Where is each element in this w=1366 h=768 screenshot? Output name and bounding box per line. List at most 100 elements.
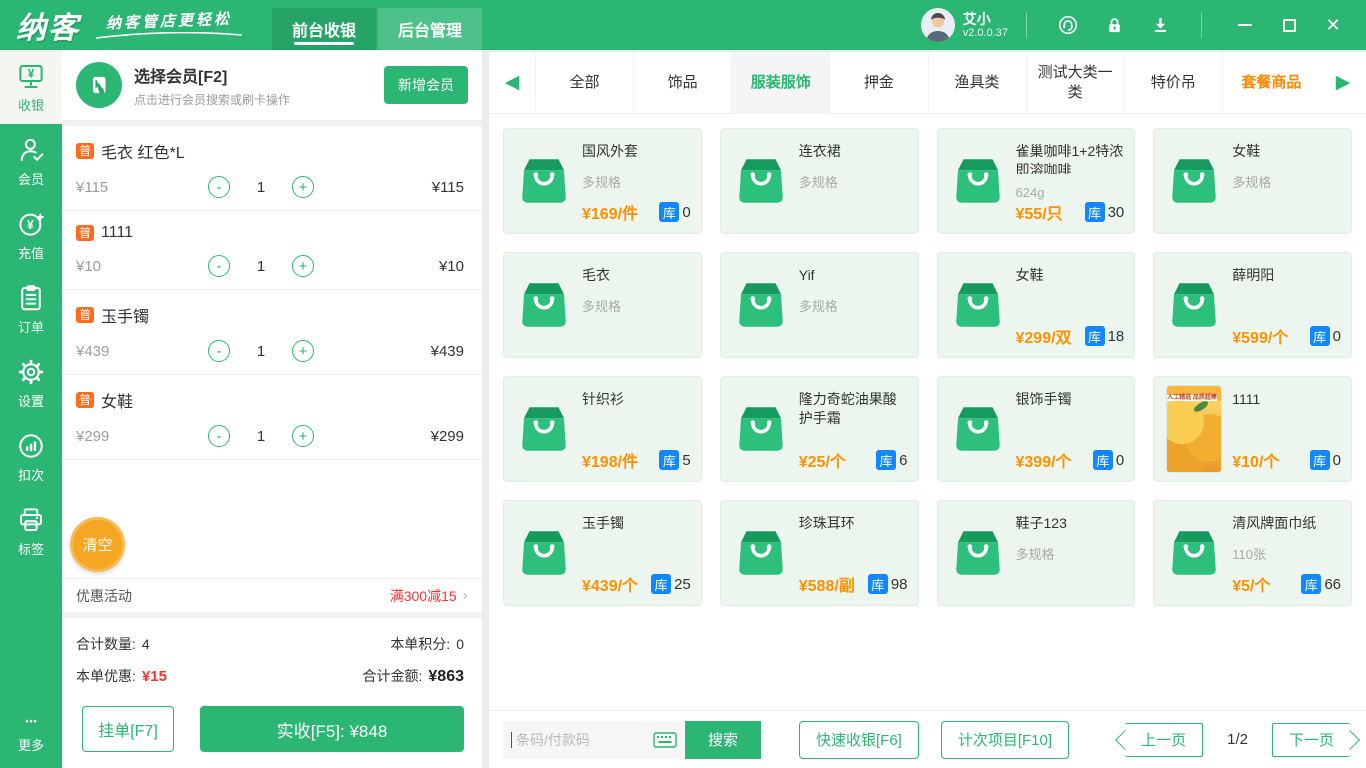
barcode-search-box[interactable] (503, 720, 685, 759)
category-tab[interactable]: 特价吊 (1123, 52, 1222, 113)
product-card[interactable]: 薛明阳 ¥599/个 库 0 (1153, 252, 1352, 358)
product-spec: 多规格 (582, 174, 622, 190)
quick-cashier-button[interactable]: 快速收银[F6] (799, 720, 919, 759)
cart-item[interactable]: 普 女鞋 ¥299 - 1 + ¥299 (62, 375, 482, 460)
cart-item-name: 女鞋 (101, 394, 134, 411)
checkout-button[interactable]: 实收[F5]: ¥848 (200, 706, 464, 752)
lock-icon[interactable] (1102, 13, 1126, 37)
product-card[interactable]: 雀巢咖啡1+2特浓 即溶咖啡 624g ¥55/只 库 30 (936, 128, 1136, 234)
shopping-bag-icon (949, 400, 1007, 458)
order-summary: 合计数量: 4 本单积分: 0 本单优惠: ¥15 合计金额: ¥863 (62, 618, 482, 698)
product-card[interactable]: 女鞋 多规格 (1153, 128, 1352, 234)
category-tab-label: 服装服饰 (750, 73, 811, 91)
sidebar-item-label[interactable]: 标签 (0, 494, 62, 568)
decrease-qty-button[interactable]: - (208, 340, 230, 362)
product-photo: 人工精选 品质超棒 (1167, 386, 1222, 472)
product-grid: 国风外套 多规格 ¥169/件 库 0 连衣裙 多规格 雀巢咖啡1+2特浓 即溶… (503, 128, 1352, 606)
counting-item-button[interactable]: 计次项目[F10] (940, 720, 1070, 759)
maximize-button[interactable] (1270, 8, 1308, 42)
product-spec: 624g (1015, 185, 1045, 200)
product-card[interactable]: 玉手镯 ¥439/个 库 25 (503, 500, 702, 606)
cart-item-qty: 1 (256, 427, 266, 445)
stock-count: 5 (682, 451, 691, 469)
search-button[interactable]: 搜索 (685, 720, 761, 759)
category-scroll-left-icon[interactable]: ◀ (489, 52, 535, 113)
svg-text:¥: ¥ (27, 218, 34, 232)
category-tab[interactable]: 套餐商品 (1221, 52, 1320, 113)
product-card[interactable]: 毛衣 多规格 (503, 252, 702, 358)
next-page-button[interactable]: 下一页 (1271, 722, 1350, 757)
increase-qty-button[interactable]: + (292, 340, 314, 362)
product-card[interactable]: 清风牌面巾纸 110张 ¥5/个 库 66 (1153, 500, 1352, 606)
cart-item[interactable]: 普 1111 ¥10 - 1 + ¥10 (62, 211, 482, 290)
cart-item-name: 玉手镯 (101, 309, 150, 326)
sidebar-item-cashier[interactable]: ¥ 收银 (0, 50, 62, 124)
category-tab-label: 渔具类 (954, 73, 1000, 91)
stock-count: 0 (1332, 327, 1341, 345)
member-select-row[interactable]: 选择会员[F2] 点击进行会员搜索或刷卡操作 新增会员 (62, 50, 482, 126)
promo-row[interactable]: 优惠活动 满300减15 › (62, 578, 482, 618)
decrease-qty-button[interactable]: - (208, 176, 230, 198)
app-version: v2.0.0.37 (962, 26, 1008, 39)
keyboard-icon[interactable] (653, 731, 677, 748)
cart-item[interactable]: 普 毛衣 红色*L ¥115 - 1 + ¥115 (62, 126, 482, 211)
category-tab[interactable]: 渔具类 (927, 52, 1026, 113)
total-amount-label: 合计金额: (362, 668, 423, 684)
sidebar-item-more[interactable]: 更多 (0, 702, 62, 768)
product-stock: 库 25 (651, 574, 691, 594)
sidebar-item-punch-count[interactable]: 扣次 (0, 420, 62, 494)
product-card[interactable]: 连衣裙 多规格 (719, 128, 919, 234)
increase-qty-button[interactable]: + (292, 176, 314, 198)
decrease-qty-button[interactable]: - (208, 425, 230, 447)
product-card[interactable]: Yif 多规格 (719, 252, 919, 358)
increase-qty-button[interactable]: + (292, 255, 314, 277)
product-card[interactable]: 女鞋 ¥299/双 库 18 (936, 252, 1136, 358)
add-member-button[interactable]: 新增会员 (384, 66, 468, 104)
product-card[interactable]: 鞋子123 多规格 (936, 500, 1136, 606)
member-icon (16, 135, 46, 165)
product-card[interactable]: 国风外套 多规格 ¥169/件 库 0 (503, 128, 702, 234)
clear-cart-button[interactable]: 清空 (70, 517, 125, 572)
product-card[interactable]: 隆力奇蛇油果酸护手霜 ¥25/个 库 6 (719, 376, 919, 482)
sidebar-item-member[interactable]: 会员 (0, 124, 62, 198)
support-headset-icon[interactable] (1056, 13, 1080, 37)
close-button[interactable]: ✕ (1314, 8, 1352, 42)
category-tab[interactable]: 全部 (535, 52, 633, 113)
cart-item-total: ¥299 (430, 427, 464, 445)
download-icon[interactable] (1148, 13, 1172, 37)
stock-count: 0 (682, 203, 691, 221)
category-tab[interactable]: 服装服饰 (731, 52, 830, 113)
decrease-qty-button[interactable]: - (208, 255, 230, 277)
product-name: 雀巢咖啡1+2特浓 即溶咖啡 (1015, 143, 1124, 174)
user-avatar[interactable] (920, 8, 955, 42)
minimize-button[interactable] (1226, 8, 1264, 42)
shopping-bag-icon (1165, 152, 1223, 210)
product-card[interactable]: 珍珠耳环 ¥588/副 库 98 (719, 500, 919, 606)
category-tab[interactable]: 饰品 (633, 52, 731, 113)
cart-item[interactable]: 普 玉手镯 ¥439 - 1 + ¥439 (62, 290, 482, 375)
product-name: Yif (798, 267, 815, 283)
product-name: 女鞋 (1232, 143, 1261, 159)
stock-badge-icon: 库 (1084, 202, 1105, 222)
barcode-input[interactable] (511, 731, 653, 748)
category-tab[interactable]: 测试大类一类 (1025, 52, 1124, 113)
increase-qty-button[interactable]: + (292, 425, 314, 447)
prev-page-button[interactable]: 上一页 (1125, 722, 1204, 757)
product-card[interactable]: 人工精选 品质超棒 1111 ¥10/个 库 0 (1153, 376, 1352, 482)
category-tab[interactable]: 押金 (829, 52, 927, 113)
promo-label: 优惠活动 (76, 587, 132, 604)
tab-backend-admin[interactable]: 后台管理 (378, 8, 483, 50)
catalog-panel: ◀ 全部 饰品 服装服饰 押金 渔具类 测试大类一类 特价吊 套餐商品 ▶ 国风… (489, 52, 1366, 768)
cart-item-total: ¥115 (431, 178, 464, 196)
hold-order-button[interactable]: 挂单[F7] (82, 706, 174, 752)
stock-badge-icon: 库 (1309, 326, 1330, 346)
category-scroll-right-icon[interactable]: ▶ (1320, 52, 1366, 113)
page-indicator: 1/2 (1227, 731, 1248, 748)
sidebar-item-orders[interactable]: 订单 (0, 272, 62, 346)
product-card[interactable]: 针织衫 ¥198/件 库 5 (503, 376, 702, 482)
tab-front-cashier[interactable]: 前台收银 (272, 8, 377, 50)
sidebar-item-settings[interactable]: 设置 (0, 346, 62, 420)
product-card[interactable]: 银饰手镯 ¥399/个 库 0 (936, 376, 1136, 482)
stock-badge-icon: 库 (659, 450, 680, 470)
sidebar-item-recharge[interactable]: ¥ 充值 (0, 198, 62, 272)
